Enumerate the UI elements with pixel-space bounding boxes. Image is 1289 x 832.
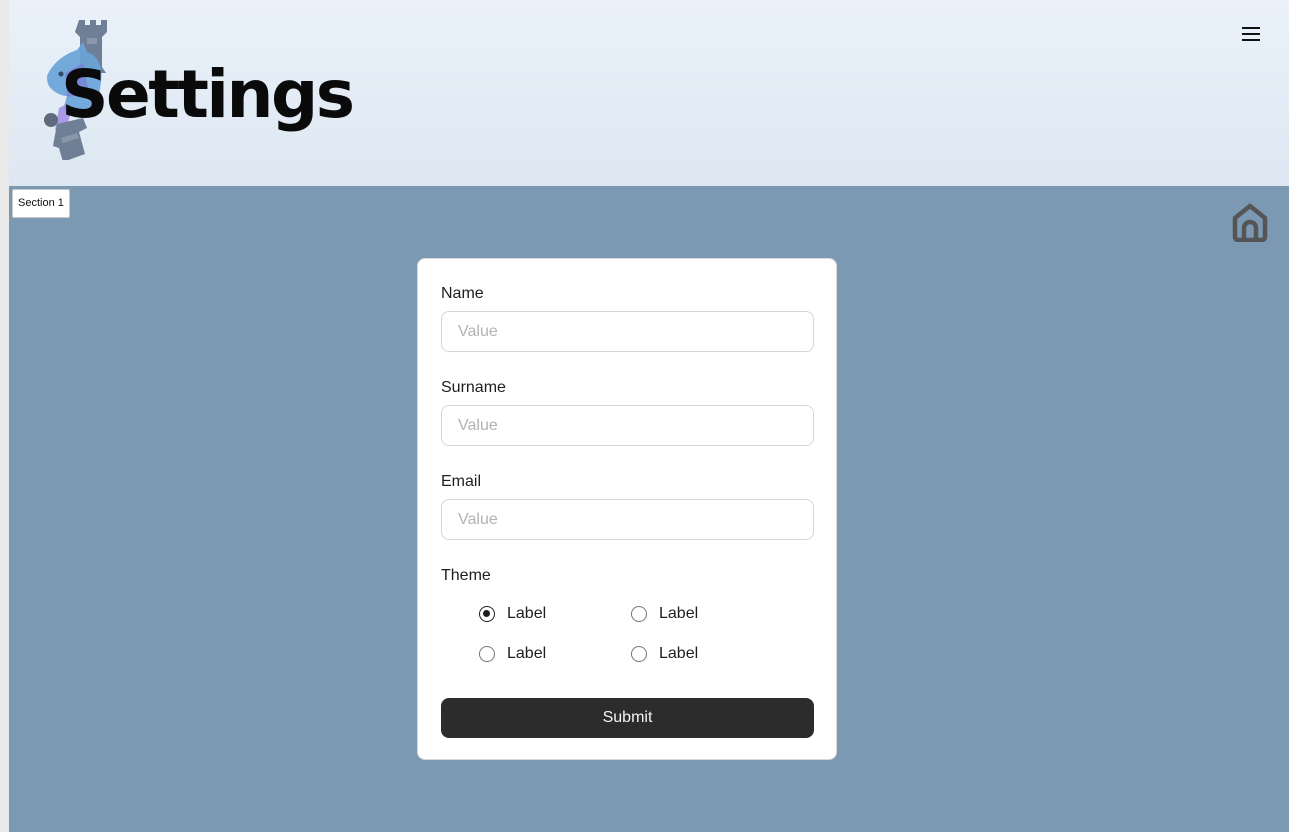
radio-label: Label xyxy=(659,605,699,622)
radio-label: Label xyxy=(507,645,547,662)
settings-form: Name Surname Email Theme Label Label Lab… xyxy=(417,258,837,760)
surname-label: Surname xyxy=(441,379,506,396)
name-input[interactable] xyxy=(441,311,814,352)
home-icon[interactable] xyxy=(1231,202,1269,242)
theme-label: Theme xyxy=(441,567,491,584)
name-label: Name xyxy=(441,285,484,302)
radio-label: Label xyxy=(507,605,547,622)
page-title: Settings xyxy=(61,56,355,133)
theme-radio-option[interactable]: Label xyxy=(631,644,698,664)
page-header: Settings xyxy=(9,0,1289,186)
theme-radio-option[interactable]: Label xyxy=(479,604,546,624)
radio-button[interactable] xyxy=(479,646,495,662)
hamburger-menu-icon[interactable] xyxy=(1240,24,1262,44)
surname-input[interactable] xyxy=(441,405,814,446)
section-tab[interactable]: Section 1 xyxy=(12,189,70,218)
submit-button[interactable]: Submit xyxy=(441,698,814,738)
radio-button[interactable] xyxy=(631,646,647,662)
theme-radio-option[interactable]: Label xyxy=(631,604,698,624)
window-edge xyxy=(0,0,9,832)
radio-button-checked[interactable] xyxy=(479,606,495,622)
email-label: Email xyxy=(441,473,482,490)
radio-label: Label xyxy=(659,645,699,662)
radio-button[interactable] xyxy=(631,606,647,622)
main-content: Section 1 Name Surname Email Theme Label… xyxy=(9,186,1289,832)
email-input[interactable] xyxy=(441,499,814,540)
theme-radio-option[interactable]: Label xyxy=(479,644,546,664)
